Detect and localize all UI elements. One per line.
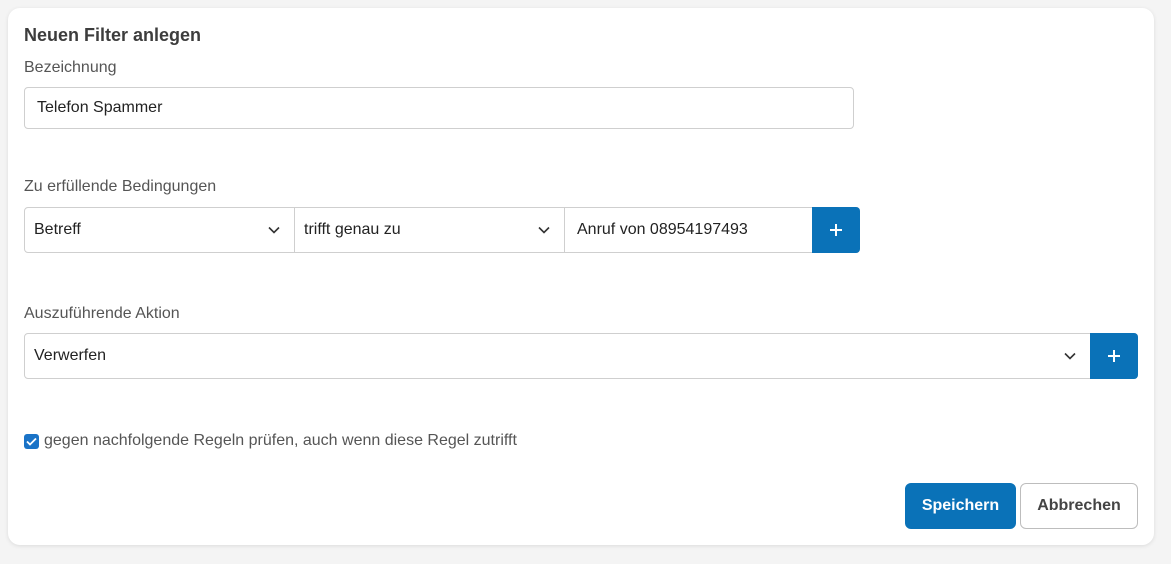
action-row: Verwerfen (24, 333, 1138, 379)
name-input[interactable] (24, 87, 854, 129)
action-select[interactable]: Verwerfen (25, 334, 1090, 378)
continue-checkbox[interactable] (24, 433, 39, 449)
continue-checkbox-label: gegen nachfolgende Regeln prüfen, auch w… (44, 432, 517, 449)
condition-operator-value: trifft genau zu (304, 221, 401, 238)
continue-checkbox-row: gegen nachfolgende Regeln prüfen, auch w… (24, 432, 517, 450)
condition-value-input[interactable] (565, 208, 812, 252)
checkmark-icon (26, 437, 37, 446)
action-select-value: Verwerfen (34, 347, 107, 364)
condition-operator-select[interactable]: trifft genau zu (295, 208, 565, 252)
filter-dialog: Neuen Filter anlegen Bezeichnung Zu erfü… (8, 8, 1154, 545)
actions-label: Auszuführende Aktion (24, 305, 180, 322)
chevron-down-icon (538, 226, 550, 234)
chevron-down-icon (1064, 352, 1076, 360)
plus-icon (1108, 350, 1121, 362)
name-field-label: Bezeichnung (24, 59, 117, 76)
condition-row: Betreff trifft genau zu (24, 207, 860, 253)
chevron-down-icon (268, 226, 280, 234)
add-condition-button[interactable] (812, 207, 860, 253)
save-button[interactable]: Speichern (905, 483, 1016, 529)
add-action-button[interactable] (1090, 333, 1138, 379)
plus-icon (830, 224, 842, 236)
dialog-title: Neuen Filter anlegen (24, 25, 202, 45)
cancel-button[interactable]: Abbrechen (1020, 483, 1138, 529)
condition-field-value: Betreff (34, 221, 81, 238)
condition-field-select[interactable]: Betreff (25, 208, 295, 252)
conditions-label: Zu erfüllende Bedingungen (24, 178, 217, 195)
